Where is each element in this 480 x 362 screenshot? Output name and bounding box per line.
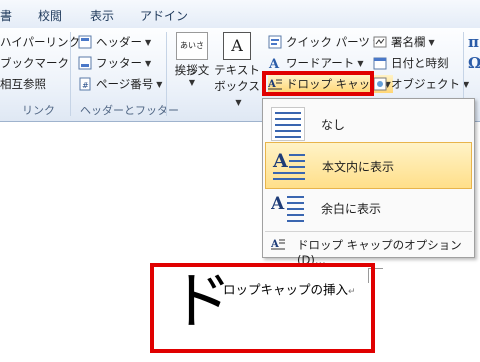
header-icon [78, 35, 92, 49]
group-separator [70, 32, 71, 116]
textbox-icon: A [223, 32, 251, 60]
textbox-label-line2: ボックス▼ [214, 79, 260, 107]
group-label-links: リンク [22, 104, 55, 117]
menu-item-dropped[interactable]: A 本文内に表示 [265, 142, 472, 189]
date-time-label: 日付と時刻 [391, 56, 449, 70]
drop-cap-highlight-frame [262, 71, 374, 96]
group-label-header-footer: ヘッダーとフッター [80, 104, 179, 117]
object-button[interactable]: オブジェクト ▼ [373, 75, 469, 93]
equation-button[interactable]: π [468, 33, 479, 51]
page-number-button[interactable]: # ページ番号 ▼ [78, 75, 162, 93]
header-button[interactable]: ヘッダー ▼ [78, 33, 151, 51]
bookmark-label: ブックマーク [0, 56, 69, 70]
menu-item-drop-cap-options[interactable]: A ドロップ キャップのオプション(D)... [265, 234, 472, 267]
menu-item-dropped-label: 本文内に表示 [322, 160, 395, 174]
greeting-button[interactable]: あいさつ 挨拶文 ▼ [172, 32, 212, 87]
tab-addins[interactable]: アドイン [140, 7, 188, 24]
footer-label: フッター [96, 56, 142, 70]
dropdown-arrow-icon: ▼ [188, 78, 196, 87]
wordart-button[interactable]: A ワードアート ▼ [268, 54, 363, 72]
drop-cap-none-icon [271, 107, 305, 141]
drop-cap-options-icon: A [270, 237, 285, 251]
quick-parts-icon [268, 35, 282, 49]
cross-reference-button[interactable]: 相互参照 [0, 75, 46, 93]
footer-icon [78, 56, 92, 70]
cross-reference-label: 相互参照 [0, 77, 46, 91]
object-label: オブジェクト [391, 77, 460, 91]
tab-insert[interactable]: 書 [0, 7, 12, 24]
object-icon [373, 77, 387, 91]
signature-line-label: 署名欄 [391, 35, 426, 49]
wordart-label: ワードアート [286, 56, 355, 70]
date-time-button[interactable]: 日付と時刻 [373, 54, 449, 72]
footer-button[interactable]: フッター ▼ [78, 54, 151, 72]
quick-parts-button[interactable]: クイック パーツ ▼ [268, 33, 379, 51]
svg-text:A: A [268, 57, 280, 70]
textbox-button[interactable]: A テキスト ボックス▼ [214, 32, 260, 108]
tab-view[interactable]: 表示 [90, 7, 114, 24]
greeting-label: 挨拶文 [174, 63, 210, 77]
signature-line-button[interactable]: 署名欄 ▼ [373, 33, 435, 51]
page-number-label: ページ番号 [96, 77, 154, 91]
dropdown-arrow-icon: ▼ [145, 58, 152, 68]
menu-item-in-margin[interactable]: A 余白に表示 [265, 185, 472, 232]
wordart-icon: A [268, 56, 282, 72]
hyperlink-button[interactable]: ハイパーリンク [0, 33, 80, 51]
drop-cap-menu: なし A 本文内に表示 A 余白に表示 A ドロップ キャップのオプション(D)… [262, 98, 475, 267]
drop-cap-letter[interactable]: ド [170, 266, 232, 336]
document-body-text-content: ロップキャップの挿入 [223, 282, 349, 297]
drop-cap-dropped-icon: A [272, 149, 306, 183]
calendar-icon [373, 56, 387, 70]
header-label: ヘッダー [96, 35, 142, 49]
dropdown-arrow-icon: ▼ [428, 37, 435, 47]
quick-parts-label: クイック パーツ [286, 35, 370, 49]
dropdown-arrow-icon: ▼ [357, 58, 364, 68]
signature-line-icon [373, 35, 387, 49]
ribbon-tab-bar: 書 校閲 表示 アドイン [0, 0, 480, 29]
dropdown-arrow-icon: ▼ [156, 79, 163, 89]
paragraph-mark: ↵ [348, 287, 356, 297]
menu-divider [265, 231, 472, 232]
svg-text:A: A [272, 150, 288, 172]
drop-cap-in-margin-icon: A [270, 191, 305, 225]
symbol-button[interactable]: Ω [468, 54, 480, 72]
tab-review[interactable]: 校閲 [38, 7, 62, 24]
svg-text:#: # [82, 81, 89, 90]
dropdown-arrow-icon: ▼ [145, 37, 152, 47]
menu-item-in-margin-label: 余白に表示 [321, 202, 382, 216]
menu-item-none[interactable]: なし [265, 101, 472, 148]
page-number-icon: # [78, 77, 92, 91]
document-body-text[interactable]: ロップキャップの挿入↵ [223, 279, 356, 298]
menu-item-none-label: なし [321, 118, 346, 132]
bookmark-button[interactable]: ブックマーク [0, 54, 69, 72]
hyperlink-label: ハイパーリンク [0, 35, 81, 49]
svg-text:A: A [271, 194, 285, 214]
group-separator [166, 32, 167, 116]
textbox-label-line1: テキスト [214, 63, 260, 77]
greeting-icon: あいさつ [176, 32, 208, 76]
svg-text:A: A [271, 239, 279, 250]
